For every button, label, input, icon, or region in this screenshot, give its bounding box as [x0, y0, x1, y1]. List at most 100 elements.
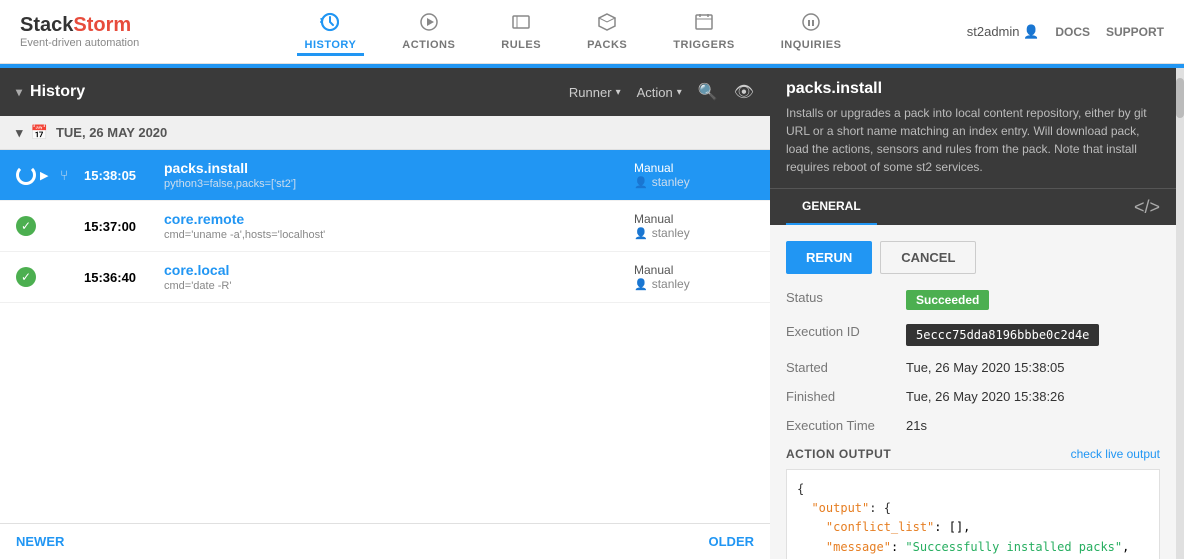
action-buttons: RERUN CANCEL — [786, 241, 1160, 274]
detail-header: packs.install Installs or upgrades a pac… — [770, 68, 1176, 188]
row-status-success: ✓ — [16, 216, 40, 236]
started-label: Started — [786, 360, 906, 375]
detail-description: Installs or upgrades a pack into local c… — [786, 104, 1160, 176]
eye-icon[interactable]: 👁 — [734, 82, 754, 102]
nav-inquiries[interactable]: INQUIRIES — [773, 8, 850, 56]
row-user: 👤 stanley — [634, 175, 754, 189]
newer-btn[interactable]: NEWER — [16, 534, 64, 549]
scroll-thumb[interactable] — [1176, 78, 1184, 118]
row-time: 15:36:40 — [84, 270, 164, 285]
user-small-icon: 👤 — [634, 278, 648, 291]
inquiries-icon — [801, 12, 821, 37]
date-label: TUE, 26 MAY 2020 — [56, 125, 167, 140]
runner-filter[interactable]: Runner ▾ — [569, 85, 621, 100]
user-icon: 👤 — [1023, 24, 1039, 39]
date-row: ▾ 📅 TUE, 26 MAY 2020 — [0, 116, 770, 150]
older-btn[interactable]: OLDER — [709, 534, 755, 549]
row-trigger: Manual 👤 stanley — [634, 212, 754, 240]
docs-link[interactable]: DOCS — [1055, 25, 1090, 39]
execution-id-value: 5eccc75dda8196bbbe0c2d4e — [906, 324, 1099, 346]
table-row[interactable]: ▶ ⑂ 15:38:05 packs.install python3=false… — [0, 150, 770, 201]
row-user: 👤 stanley — [634, 277, 754, 291]
row-time: 15:38:05 — [84, 168, 164, 183]
row-status-success: ✓ — [16, 267, 40, 287]
table-row[interactable]: ✓ 15:37:00 core.remote cmd='uname -a',ho… — [0, 201, 770, 252]
row-trigger: Manual 👤 stanley — [634, 161, 754, 189]
status-circle-success: ✓ — [16, 267, 36, 287]
user-link[interactable]: st2admin 👤 — [967, 24, 1040, 40]
finished-value: Tue, 26 May 2020 15:38:26 — [906, 389, 1065, 404]
logo-area: StackStorm Event-driven automation — [20, 14, 139, 49]
cancel-button[interactable]: CANCEL — [880, 241, 976, 274]
row-action-name: core.local — [164, 262, 634, 278]
left-panel: ▾ History Runner ▾ Action ▾ 🔍 👁 ▾ 📅 TUE,… — [0, 68, 770, 559]
support-link[interactable]: SUPPORT — [1106, 25, 1164, 39]
nav-history[interactable]: HISTORY — [297, 8, 365, 56]
nav-rules[interactable]: RULES — [493, 8, 549, 56]
nav-actions-label: ACTIONS — [402, 39, 455, 51]
search-icon[interactable]: 🔍 — [698, 82, 718, 102]
execution-id-field: Execution ID 5eccc75dda8196bbbe0c2d4e — [786, 324, 1160, 346]
exec-time-label: Execution Time — [786, 418, 906, 433]
right-panel: packs.install Installs or upgrades a pac… — [770, 68, 1176, 559]
nav-packs[interactable]: PACKS — [579, 8, 635, 56]
nav-actions[interactable]: ACTIONS — [394, 8, 463, 56]
row-info: core.local cmd='date -R' — [164, 262, 634, 292]
row-user: 👤 stanley — [634, 226, 754, 240]
status-circle-success: ✓ — [16, 216, 36, 236]
nav-triggers-label: TRIGGERS — [673, 39, 734, 51]
detail-tabs: GENERAL </> — [770, 188, 1176, 225]
tab-general[interactable]: GENERAL — [786, 189, 877, 225]
actions-icon — [419, 12, 439, 37]
rules-icon — [511, 12, 531, 37]
row-cmd: cmd='uname -a',hosts='localhost' — [164, 229, 634, 241]
status-field: Status Succeeded — [786, 290, 1160, 310]
row-branch-icon: ⑂ — [60, 167, 84, 183]
row-cmd: cmd='date -R' — [164, 280, 634, 292]
live-output-link[interactable]: check live output — [1071, 447, 1160, 461]
row-info: core.remote cmd='uname -a',hosts='localh… — [164, 211, 634, 241]
runner-filter-arrow: ▾ — [616, 87, 621, 98]
right-scrollbar[interactable] — [1176, 68, 1184, 559]
date-chevron[interactable]: ▾ — [16, 125, 23, 141]
rerun-button[interactable]: RERUN — [786, 241, 872, 274]
history-table: ▶ ⑂ 15:38:05 packs.install python3=false… — [0, 150, 770, 523]
execution-time-field: Execution Time 21s — [786, 418, 1160, 433]
row-trigger: Manual 👤 stanley — [634, 263, 754, 291]
history-chevron[interactable]: ▾ — [16, 85, 22, 99]
started-field: Started Tue, 26 May 2020 15:38:05 — [786, 360, 1160, 375]
started-value: Tue, 26 May 2020 15:38:05 — [906, 360, 1065, 375]
nav-triggers[interactable]: TRIGGERS — [665, 8, 742, 56]
status-label: Status — [786, 290, 906, 305]
code-toggle-icon[interactable]: </> — [1134, 197, 1160, 218]
header-controls: Runner ▾ Action ▾ 🔍 👁 — [569, 82, 754, 102]
top-nav: StackStorm Event-driven automation HISTO… — [0, 0, 1184, 64]
row-time: 15:37:00 — [84, 219, 164, 234]
history-title: ▾ History — [16, 83, 569, 101]
output-header: ACTION OUTPUT check live output — [786, 447, 1160, 461]
row-action-name: core.remote — [164, 211, 634, 227]
row-info: packs.install python3=false,packs=['st2'… — [164, 160, 634, 190]
table-row[interactable]: ✓ 15:36:40 core.local cmd='date -R' Manu… — [0, 252, 770, 303]
nav-inquiries-label: INQUIRIES — [781, 39, 842, 51]
packs-icon — [597, 12, 617, 37]
main-content: ▾ History Runner ▾ Action ▾ 🔍 👁 ▾ 📅 TUE,… — [0, 68, 1184, 559]
history-icon — [320, 12, 340, 37]
row-action-name: packs.install — [164, 160, 634, 176]
row-expand[interactable]: ▶ — [40, 169, 60, 182]
status-circle-running — [16, 165, 36, 185]
detail-title: packs.install — [786, 80, 1160, 98]
nav-right: st2admin 👤 DOCS SUPPORT — [967, 24, 1164, 40]
status-badge: Succeeded — [906, 290, 989, 310]
history-header: ▾ History Runner ▾ Action ▾ 🔍 👁 — [0, 68, 770, 116]
action-filter-arrow: ▾ — [677, 87, 682, 98]
row-status-running — [16, 165, 40, 185]
action-filter[interactable]: Action ▾ — [637, 85, 682, 100]
pagination: NEWER OLDER — [0, 523, 770, 559]
nav-packs-label: PACKS — [587, 39, 627, 51]
logo-subtitle: Event-driven automation — [20, 37, 139, 49]
calendar-icon: 📅 — [31, 124, 48, 141]
logo-title: StackStorm — [20, 14, 139, 37]
nav-history-label: HISTORY — [305, 39, 357, 51]
exec-time-value: 21s — [906, 418, 927, 433]
